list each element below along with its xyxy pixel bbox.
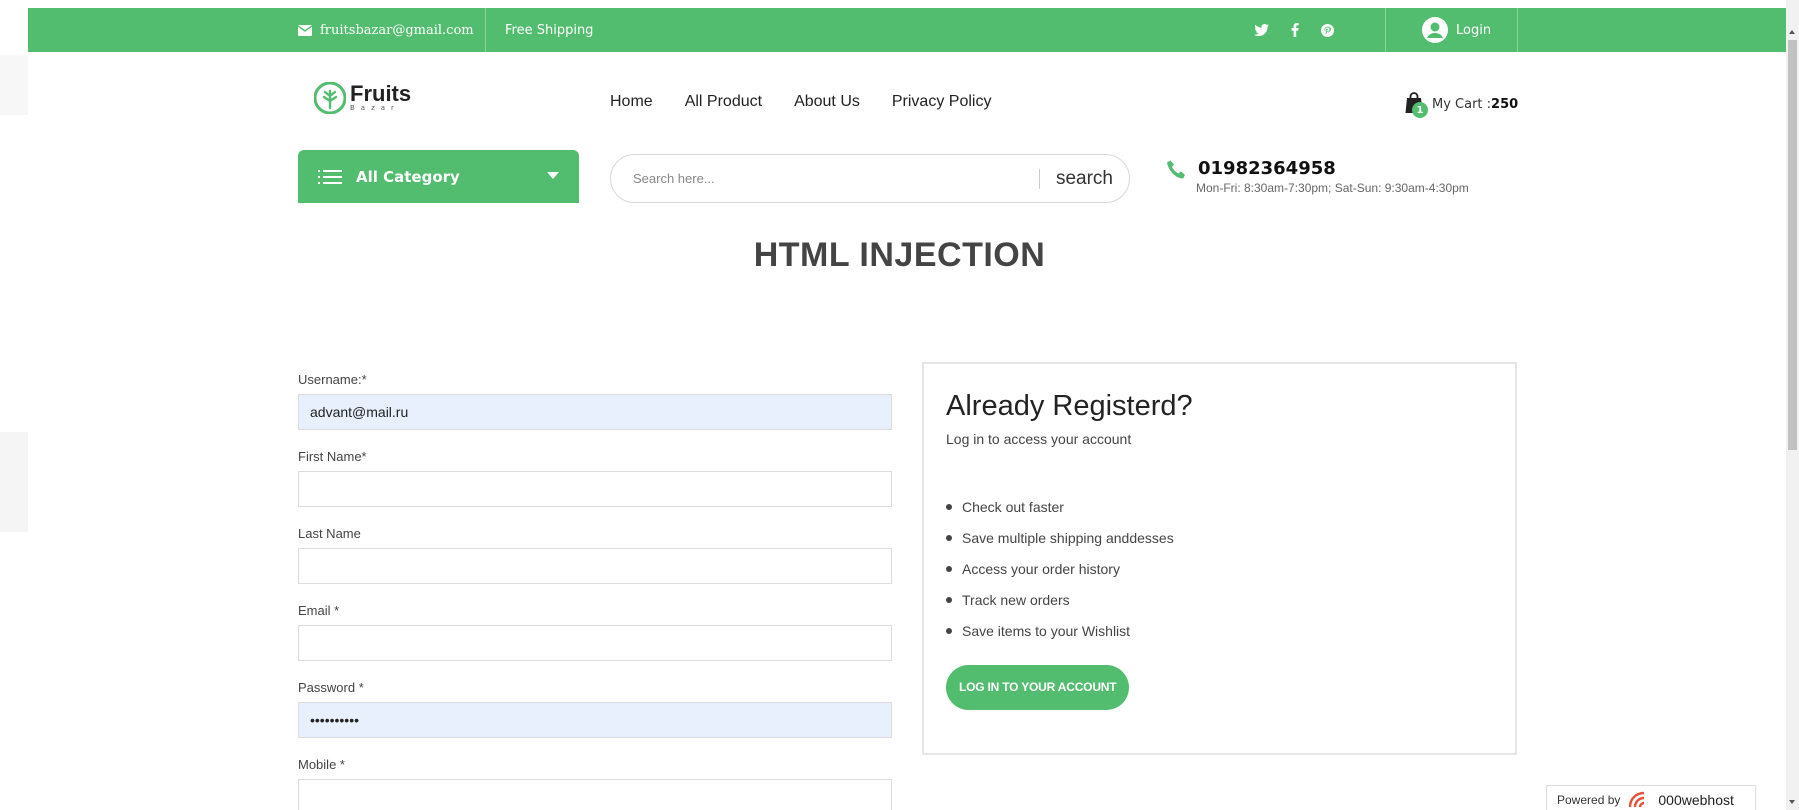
cart-label: My Cart : bbox=[1432, 96, 1492, 112]
topbar-email[interactable]: fruitsbazar@gmail.com bbox=[298, 8, 474, 52]
mobile-label: Mobile * bbox=[298, 757, 345, 772]
email-field-group: Email * bbox=[298, 601, 892, 678]
category-label: All Category bbox=[356, 167, 460, 186]
scroll-up-icon[interactable] bbox=[1789, 30, 1795, 34]
contact-phone: 01982364958 Mon-Fri: 8:30am-7:30pm; Sat-… bbox=[1166, 158, 1469, 195]
all-category-dropdown[interactable]: All Category bbox=[298, 150, 579, 203]
scroll-down-icon[interactable] bbox=[1789, 800, 1795, 804]
email-label: Email * bbox=[298, 603, 340, 618]
first-name-field-group: First Name* bbox=[298, 447, 892, 524]
bullet-icon bbox=[946, 627, 952, 634]
first-name-field[interactable] bbox=[298, 471, 892, 507]
webhost-logo-icon bbox=[1629, 791, 1645, 808]
logo-text: Fruits Bazar bbox=[350, 81, 412, 113]
envelope-icon bbox=[298, 24, 312, 36]
page-title: HTML INJECTION bbox=[753, 236, 1046, 274]
mobile-field[interactable] bbox=[298, 779, 892, 810]
left-margin bbox=[0, 0, 28, 810]
facebook-icon[interactable] bbox=[1291, 23, 1299, 37]
phone-icon bbox=[1167, 160, 1185, 179]
powered-label: Powered by bbox=[1557, 793, 1621, 807]
scrollbar-thumb[interactable] bbox=[1788, 40, 1797, 450]
list-item: Save items to your Wishlist bbox=[946, 615, 1493, 646]
powered-by-badge[interactable]: Powered by 000webhost bbox=[1546, 785, 1756, 810]
benefit-text: Save multiple shipping anddesses bbox=[962, 529, 1174, 546]
list-menu-icon bbox=[318, 169, 342, 184]
username-label: Username:* bbox=[298, 372, 367, 387]
cart-count-badge: 1 bbox=[1412, 102, 1428, 118]
user-icon bbox=[1422, 17, 1448, 43]
divider bbox=[485, 8, 486, 52]
mobile-field-group: Mobile * bbox=[298, 755, 892, 810]
divider bbox=[1517, 8, 1518, 52]
top-bar: fruitsbazar@gmail.com Free Shipping Logi… bbox=[28, 8, 1786, 52]
social-links bbox=[1254, 8, 1334, 52]
vertical-scrollbar[interactable] bbox=[1786, 0, 1799, 810]
list-item: Save multiple shipping anddesses bbox=[946, 522, 1493, 553]
pinterest-icon[interactable] bbox=[1321, 23, 1334, 37]
divider bbox=[1385, 8, 1386, 52]
nav-all-product[interactable]: All Product bbox=[685, 93, 762, 111]
benefit-text: Save items to your Wishlist bbox=[962, 622, 1131, 639]
cart-icon-wrap: 1 bbox=[1404, 92, 1428, 118]
left-shade bbox=[0, 55, 28, 115]
twitter-icon[interactable] bbox=[1254, 24, 1269, 36]
benefit-text: Check out faster bbox=[962, 498, 1064, 515]
password-field-group: Password * bbox=[298, 678, 892, 755]
free-shipping-text: Free Shipping bbox=[505, 22, 594, 38]
search-input[interactable] bbox=[611, 155, 1039, 202]
already-registered-panel: Already Registerd? Log in to access your… bbox=[922, 362, 1517, 755]
benefits-list: Check out faster Save multiple shipping … bbox=[946, 491, 1493, 646]
username-field-group: Username:* bbox=[298, 370, 892, 447]
panel-heading: Already Registerd? bbox=[946, 390, 1193, 422]
leaf-logo-icon bbox=[314, 82, 346, 114]
password-field[interactable] bbox=[298, 702, 892, 738]
bullet-icon bbox=[946, 503, 952, 510]
business-hours: Mon-Fri: 8:30am-7:30pm; Sat-Sun: 9:30am-… bbox=[1196, 181, 1469, 195]
search-button[interactable]: search bbox=[1040, 168, 1129, 190]
logo-wordmark: Fruits bbox=[350, 81, 412, 106]
cart-amount: 250 bbox=[1491, 96, 1519, 112]
topbar-email-text: fruitsbazar@gmail.com bbox=[320, 22, 474, 38]
left-shade bbox=[0, 432, 28, 532]
email-field[interactable] bbox=[298, 625, 892, 661]
bullet-icon bbox=[946, 534, 952, 541]
nav-about-us[interactable]: About Us bbox=[794, 93, 860, 111]
bullet-icon bbox=[946, 565, 952, 572]
nav-privacy-policy[interactable]: Privacy Policy bbox=[892, 93, 992, 111]
benefit-text: Access your order history bbox=[962, 560, 1120, 577]
registration-form: Username:* First Name* Last Name Email *… bbox=[298, 370, 892, 810]
last-name-field-group: Last Name bbox=[298, 524, 892, 601]
first-name-label: First Name* bbox=[298, 449, 367, 464]
powered-brand: 000webhost bbox=[1658, 792, 1734, 808]
chevron-down-icon bbox=[547, 172, 559, 179]
last-name-field[interactable] bbox=[298, 548, 892, 584]
username-field[interactable] bbox=[298, 394, 892, 430]
search-bar: search bbox=[610, 154, 1130, 203]
password-label: Password * bbox=[298, 680, 364, 695]
bullet-icon bbox=[946, 596, 952, 603]
site-logo[interactable]: Fruits Bazar bbox=[314, 82, 411, 114]
cart-link[interactable]: 1 My Cart :250 bbox=[1404, 92, 1519, 118]
last-name-label: Last Name bbox=[298, 526, 361, 541]
panel-lead-text: Log in to access your account bbox=[946, 431, 1132, 447]
list-item: Track new orders bbox=[946, 584, 1493, 615]
phone-number[interactable]: 01982364958 bbox=[1166, 158, 1469, 179]
main-nav: Home All Product About Us Privacy Policy bbox=[610, 93, 991, 111]
list-item: Access your order history bbox=[946, 553, 1493, 584]
login-link[interactable]: Login bbox=[1422, 8, 1491, 52]
login-label: Login bbox=[1456, 22, 1492, 38]
nav-home[interactable]: Home bbox=[610, 93, 653, 111]
login-to-account-button[interactable]: LOG IN TO YOUR ACCOUNT bbox=[946, 665, 1130, 710]
list-item: Check out faster bbox=[946, 491, 1493, 522]
benefit-text: Track new orders bbox=[962, 591, 1070, 608]
